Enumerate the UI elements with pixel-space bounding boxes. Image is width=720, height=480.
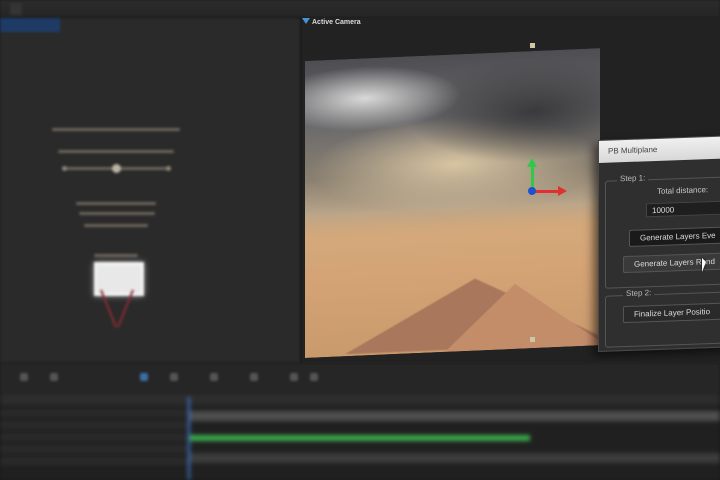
playhead[interactable] bbox=[188, 397, 190, 480]
toolbar-icon[interactable] bbox=[290, 373, 298, 381]
cursor-icon bbox=[702, 258, 706, 272]
viewer-title: Active Camera bbox=[312, 19, 361, 26]
x-axis-gizmo[interactable] bbox=[534, 190, 560, 193]
viewer-marker-icon bbox=[302, 18, 310, 24]
viewer-toolbar bbox=[0, 363, 720, 393]
desert-scene[interactable] bbox=[305, 48, 600, 358]
ui-line bbox=[76, 202, 156, 205]
timeline-header bbox=[0, 393, 720, 405]
pb-multiplane-dialog: PB Multiplane Step 1: Total distance: Ge… bbox=[598, 135, 720, 352]
dialog-title[interactable]: PB Multiplane bbox=[599, 136, 720, 163]
generate-evenly-button[interactable]: Generate Layers Eve bbox=[629, 226, 720, 247]
toolbar-icon[interactable] bbox=[310, 373, 318, 381]
tab-close[interactable] bbox=[28, 3, 40, 15]
finalize-button[interactable]: Finalize Layer Positio bbox=[623, 302, 720, 324]
mountain-layer bbox=[445, 279, 600, 352]
toolbar-icon[interactable] bbox=[50, 373, 58, 381]
tab-right[interactable] bbox=[610, 3, 622, 15]
timeline-track[interactable] bbox=[190, 411, 720, 421]
toolbar-icon[interactable] bbox=[20, 373, 28, 381]
toolbar-icon[interactable] bbox=[140, 373, 148, 381]
slider-knob[interactable] bbox=[112, 164, 121, 173]
ui-line bbox=[84, 224, 148, 227]
panel-tab[interactable] bbox=[0, 18, 60, 32]
step1-label: Step 1: bbox=[617, 173, 649, 184]
layer-row[interactable] bbox=[0, 445, 190, 453]
total-distance-label: Total distance: bbox=[657, 185, 709, 196]
top-tab-bar bbox=[0, 0, 720, 19]
move-gizmo-icon[interactable] bbox=[528, 187, 536, 195]
layer-row[interactable] bbox=[0, 433, 190, 441]
toolbar-icon[interactable] bbox=[210, 373, 218, 381]
slider-endcap bbox=[166, 166, 171, 171]
toolbar-icon[interactable] bbox=[170, 373, 178, 381]
layer-handle[interactable] bbox=[530, 43, 535, 48]
timeline-bar[interactable] bbox=[190, 435, 530, 441]
plugin-panel bbox=[0, 18, 302, 363]
total-distance-input[interactable] bbox=[646, 200, 720, 218]
layer-handle[interactable] bbox=[530, 337, 535, 342]
timeline-panel bbox=[0, 393, 720, 480]
tab-composition[interactable] bbox=[10, 3, 22, 15]
ui-line bbox=[52, 128, 180, 131]
slider-endcap bbox=[62, 166, 67, 171]
toolbar-icon[interactable] bbox=[250, 373, 258, 381]
timeline-track[interactable] bbox=[190, 453, 720, 463]
ui-line bbox=[94, 254, 138, 257]
ui-line bbox=[58, 150, 174, 153]
layer-row[interactable] bbox=[0, 409, 190, 417]
ui-line bbox=[79, 212, 155, 215]
step2-label: Step 2: bbox=[623, 288, 655, 299]
x-axis-arrow-icon[interactable] bbox=[558, 186, 567, 196]
layer-row[interactable] bbox=[0, 457, 190, 465]
y-axis-arrow-icon[interactable] bbox=[527, 158, 537, 167]
layer-row[interactable] bbox=[0, 421, 190, 429]
